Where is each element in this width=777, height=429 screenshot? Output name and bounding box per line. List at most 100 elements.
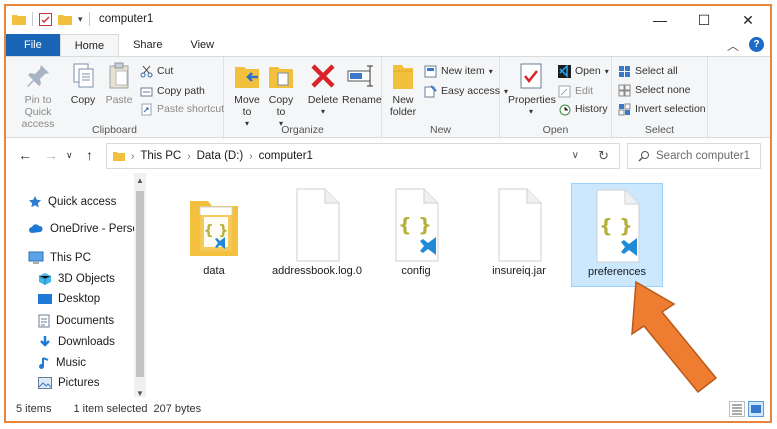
new-item-button[interactable]: New item ▾	[424, 63, 493, 79]
file-item-config[interactable]: { } config	[370, 183, 462, 287]
back-icon[interactable]: ←	[18, 147, 32, 163]
file-item-preferences[interactable]: { } preferences	[571, 183, 663, 287]
refresh-icon[interactable]: ↻	[598, 148, 609, 164]
folder-icon	[12, 15, 26, 25]
dropdown-icon: ▾	[604, 66, 609, 76]
cut-button[interactable]: Cut	[140, 63, 173, 79]
scrollbar-thumb[interactable]	[136, 191, 144, 377]
nav-item-label: Music	[56, 357, 87, 369]
breadcrumb-separator-icon[interactable]: ›	[249, 151, 252, 162]
cloud-icon	[29, 224, 43, 233]
nav-item-desktop[interactable]: Desktop	[38, 293, 100, 305]
forward-icon[interactable]: →	[44, 147, 58, 163]
recent-locations-icon[interactable]: ∨	[66, 150, 73, 161]
select-all-label: Select all	[635, 65, 678, 77]
divider	[32, 12, 33, 26]
new-item-label: New item	[441, 65, 485, 77]
clipboard-group: Pin to Quick access Copy Paste Cut Copy …	[6, 57, 224, 139]
file-item-data[interactable]: { } { } data	[168, 183, 260, 287]
scroll-up-icon[interactable]: ▲	[134, 176, 146, 185]
file-name: addressbook.log.0	[272, 265, 362, 277]
breadcrumb-separator-icon[interactable]: ›	[187, 151, 190, 162]
minimize-button[interactable]: —	[638, 6, 682, 34]
selection-size: 207 bytes	[153, 403, 202, 415]
breadcrumb-separator-icon[interactable]: ›	[131, 151, 134, 162]
organize-group: Move to ▾ Copy to ▾ Delete ▾ Rename Orga…	[224, 57, 382, 139]
svg-text:{ }: { }	[398, 214, 432, 236]
dropdown-icon: ▾	[320, 107, 325, 116]
maximize-icon: ☐	[697, 11, 711, 28]
new-folder-icon[interactable]	[58, 13, 72, 25]
file-item-addressbook-log[interactable]: addressbook.log.0	[271, 183, 363, 287]
breadcrumb-computer1[interactable]: computer1	[259, 150, 313, 162]
customize-toolbar-icon[interactable]: ▾	[78, 14, 83, 25]
search-box[interactable]: Search computer1	[627, 143, 761, 169]
divider	[88, 12, 90, 26]
up-icon[interactable]: ↑	[86, 147, 93, 163]
minimize-icon: —	[653, 12, 667, 28]
properties-button[interactable]: Properties ▾	[508, 61, 556, 118]
paste-shortcut-button[interactable]: Paste shortcut	[140, 101, 224, 117]
new-folder-label: New folder	[389, 94, 417, 118]
copy-path-icon	[140, 87, 153, 96]
edit-button[interactable]: Edit	[558, 83, 593, 99]
move-to-button[interactable]: Move to ▾	[230, 61, 264, 130]
new-group-label: New	[429, 124, 451, 136]
select-none-button[interactable]: Select none	[618, 82, 690, 98]
easy-access-button[interactable]: Easy access ▾	[424, 83, 508, 99]
file-item-insureiq-jar[interactable]: insureiq.jar	[473, 183, 565, 287]
pin-to-quick-access-button[interactable]: Pin to Quick access	[10, 61, 66, 130]
nav-item-pictures[interactable]: Pictures	[38, 377, 100, 389]
address-bar[interactable]: › This PC › Data (D:) › computer1 ∨ ↻	[106, 143, 620, 169]
invert-selection-button[interactable]: Invert selection	[618, 101, 706, 117]
new-folder-button[interactable]: New folder	[386, 61, 420, 118]
tab-share[interactable]: Share	[119, 34, 176, 56]
nav-item-music[interactable]: Music	[38, 356, 86, 370]
open-button[interactable]: Open ▾	[558, 63, 609, 79]
nav-item-label: Quick access	[48, 196, 117, 208]
tab-home[interactable]: Home	[59, 34, 120, 56]
nav-item-this-pc[interactable]: This PC	[28, 251, 91, 264]
new-group: New folder New item ▾ Easy access ▾ New	[382, 57, 508, 139]
rename-label: Rename	[342, 94, 382, 106]
large-icons-view-button[interactable]	[748, 401, 764, 417]
breadcrumb-data-drive[interactable]: Data (D:)	[197, 150, 244, 162]
paste-button[interactable]: Paste	[102, 61, 136, 106]
maximize-button[interactable]: ☐	[682, 6, 726, 34]
tab-view[interactable]: View	[176, 34, 228, 56]
nav-item-label: 3D Objects	[58, 273, 115, 285]
nav-item-downloads[interactable]: Downloads	[38, 335, 115, 349]
window-title: computer1	[99, 13, 154, 25]
breadcrumb-this-pc[interactable]: This PC	[140, 150, 181, 162]
properties-icon[interactable]	[39, 12, 52, 26]
copy-to-label: Copy to	[268, 94, 294, 118]
copy-to-button[interactable]: Copy to ▾	[264, 61, 298, 130]
delete-label: Delete	[307, 94, 339, 106]
nav-item-onedrive[interactable]: OneDrive - Person	[28, 223, 145, 235]
history-button[interactable]: History	[558, 101, 608, 117]
select-group-label: Select	[644, 124, 675, 136]
nav-item-label: OneDrive - Person	[50, 223, 146, 235]
delete-button[interactable]: Delete ▾	[306, 61, 340, 118]
tab-file[interactable]: File	[6, 34, 60, 56]
view-switcher	[729, 401, 764, 417]
dropdown-icon: ▾	[528, 107, 533, 116]
close-button[interactable]: ✕	[726, 6, 770, 34]
move-to-icon	[235, 67, 259, 88]
folder-icon	[113, 152, 125, 161]
nav-item-quick-access[interactable]: Quick access	[28, 195, 116, 209]
rename-button[interactable]: Rename	[342, 61, 382, 106]
address-dropdown-icon[interactable]: ∨	[572, 150, 579, 161]
copy-button[interactable]: Copy	[66, 61, 100, 106]
copy-path-button[interactable]: Copy path	[140, 83, 205, 99]
nav-item-documents[interactable]: Documents	[38, 314, 114, 328]
move-to-label: Move to	[234, 94, 260, 118]
collapse-ribbon-icon[interactable]: ︿	[727, 37, 739, 54]
help-icon[interactable]: ?	[749, 37, 764, 52]
selection-count: 1 item selected	[73, 403, 148, 415]
nav-item-3d-objects[interactable]: 3D Objects	[38, 272, 115, 286]
json-vscode-icon: { }	[596, 189, 640, 263]
nav-scrollbar[interactable]: ▲ ▼	[134, 173, 146, 401]
details-view-button[interactable]	[729, 401, 745, 417]
select-all-button[interactable]: Select all	[618, 63, 678, 79]
